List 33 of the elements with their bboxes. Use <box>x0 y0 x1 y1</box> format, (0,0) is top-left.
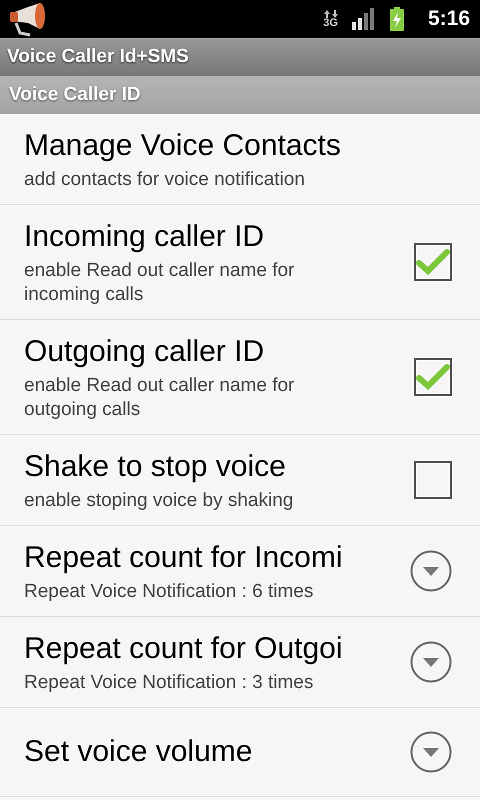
preference-title: Incoming caller ID <box>24 219 266 255</box>
checkbox[interactable] <box>414 243 452 281</box>
dropdown-icon[interactable] <box>410 550 452 592</box>
preference-summary: enable Read out caller name for incoming calls <box>24 259 296 307</box>
preference-title: Repeat count for Incomi <box>24 540 344 576</box>
preference-summary: enable stoping voice by shaking <box>24 489 294 513</box>
preference-summary: Repeat Voice Notification : 6 times <box>24 580 314 604</box>
preference-item[interactable]: Incoming caller ID enable Read out caller name for incoming calls <box>0 205 480 320</box>
preference-summary: add contacts for voice notification <box>24 168 306 192</box>
preference-item[interactable]: Repeat count for Outgoi Repeat Voice Notification : 3 times <box>0 617 480 708</box>
preference-title: Manage Voice Contacts <box>24 128 342 164</box>
app-title: Voice Caller Id+SMS <box>7 46 189 68</box>
network-type: 3G <box>323 18 338 28</box>
preference-item[interactable]: Repeat count for Incomi Repeat Voice Notification : 6 times <box>0 526 480 617</box>
clock: 5:16 <box>428 7 470 31</box>
preference-title: Shake to stop voice <box>24 449 287 485</box>
preference-title: Set voice volume <box>24 734 254 770</box>
dropdown-icon[interactable] <box>410 731 452 773</box>
dropdown-icon[interactable] <box>410 641 452 683</box>
preference-item[interactable]: Outgoing caller ID enable Read out caller name for outgoing calls <box>0 320 480 435</box>
preference-title: Outgoing caller ID <box>24 334 266 370</box>
section-title: Voice Caller ID <box>9 84 141 106</box>
preference-summary: enable Read out caller name for outgoing calls <box>24 374 296 422</box>
checkbox[interactable] <box>414 461 452 499</box>
preference-item[interactable]: Shake to stop voice enable stoping voice by shaking <box>0 435 480 526</box>
data-arrows-icon <box>324 10 338 18</box>
preference-summary: Repeat Voice Notification : 3 times <box>24 671 314 695</box>
preference-item[interactable]: Set voice volume <box>0 708 480 797</box>
preference-item[interactable]: Manage Voice Contacts add contacts for voice notification <box>0 114 480 205</box>
signal-icon <box>352 8 376 30</box>
preference-title: Repeat count for Outgoi <box>24 631 344 667</box>
battery-charging-icon <box>390 7 404 31</box>
checkbox[interactable] <box>414 358 452 396</box>
